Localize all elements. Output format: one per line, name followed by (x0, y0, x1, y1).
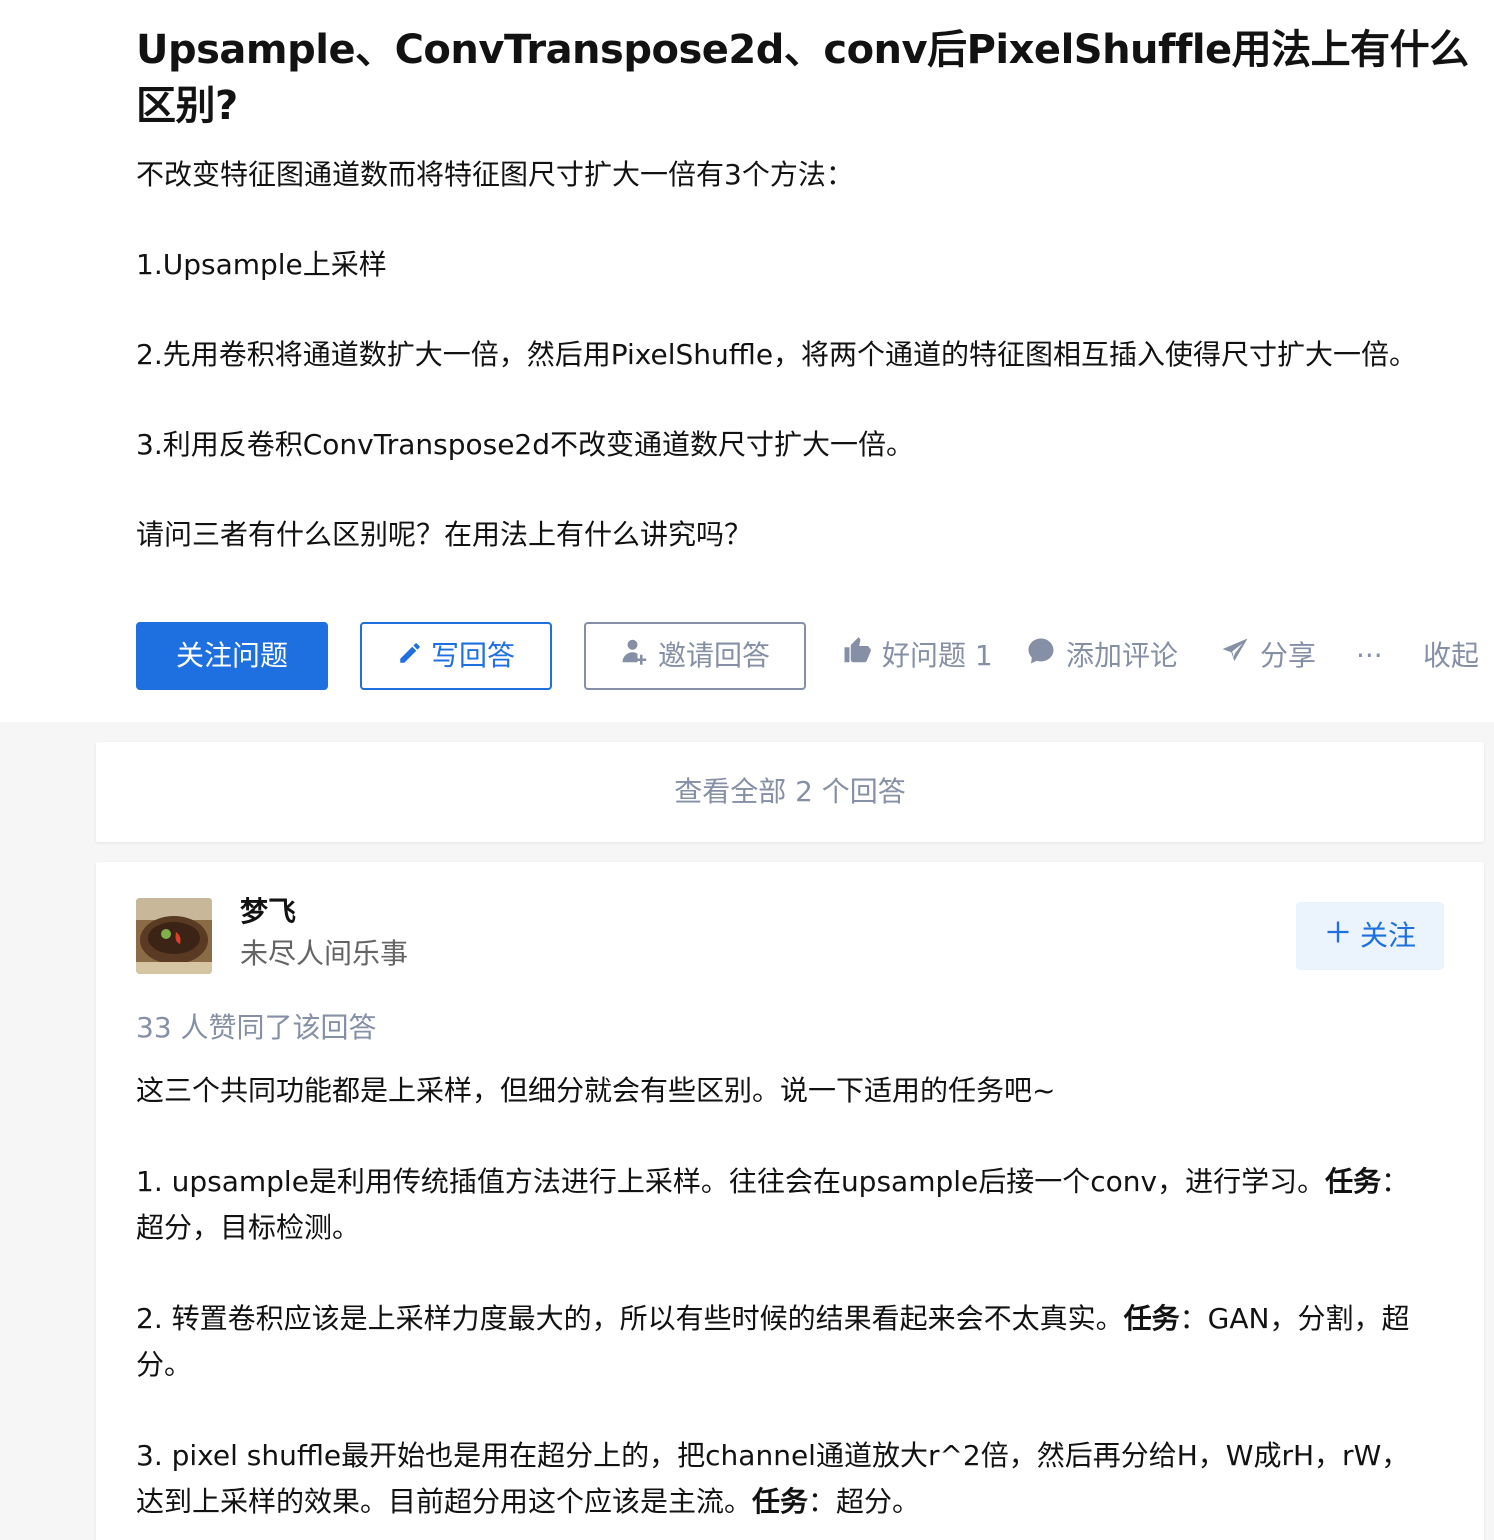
more-button[interactable]: ··· (1356, 622, 1383, 690)
follow-question-button[interactable]: 关注问题 (136, 622, 328, 690)
answer-item-task-label: 任务 (1123, 1302, 1180, 1335)
question-body-line: 1.Upsample上采样 (136, 248, 387, 281)
add-comment-button[interactable]: 添加评论 (1026, 622, 1178, 690)
answer-item-task-text: ：超分。 (808, 1485, 921, 1518)
question-body: 不改变特征图通道数而将特征图尺寸扩大一倍有3个方法： 1.Upsample上采样… (136, 152, 1446, 557)
question-actions: 关注问题 写回答 邀请回答 好问题 1 添加评论 分享 ··· 收起 (136, 622, 1486, 690)
add-comment-label: 添加评论 (1066, 639, 1179, 672)
share-plane-icon (1220, 623, 1250, 691)
answer-intro: 这三个共同功能都是上采样，但细分就会有些区别。说一下适用的任务吧~ (136, 1074, 1056, 1107)
answer-item-task-label: 任务 (752, 1485, 809, 1518)
write-answer-button[interactable]: 写回答 (360, 622, 552, 690)
collapse-button[interactable]: 收起 (1423, 622, 1479, 690)
question-body-line: 请问三者有什么区别呢？在用法上有什么讲究吗？ (136, 518, 753, 551)
avatar[interactable] (136, 898, 212, 974)
thumbs-up-icon (842, 623, 872, 691)
comment-icon (1026, 623, 1056, 691)
answer-item: 3. pixel shuffle最开始也是用在超分上的，把channel通道放大… (136, 1433, 1426, 1525)
plus-icon (1324, 903, 1352, 971)
answer-item: 2. 转置卷积应该是上采样力度最大的，所以有些时候的结果看起来会不太真实。任务：… (136, 1296, 1426, 1388)
upvote-count: 33 人赞同了该回答 (136, 1011, 377, 1044)
question-body-line: 不改变特征图通道数而将特征图尺寸扩大一倍有3个方法： (136, 158, 854, 191)
author-bio: 未尽人间乐事 (240, 937, 409, 970)
good-question-label: 好问题 1 (882, 639, 993, 672)
author-name[interactable]: 梦飞 (240, 892, 296, 932)
collapse-label: 收起 (1423, 639, 1480, 672)
follow-author-button[interactable]: 关注 (1296, 902, 1444, 970)
follow-author-label: 关注 (1359, 919, 1416, 952)
answer-card: 梦飞 未尽人间乐事 关注 33 人赞同了该回答 这三个共同功能都是上采样，但细分… (96, 862, 1484, 1540)
share-label: 分享 (1260, 639, 1317, 672)
answer-body: 这三个共同功能都是上采样，但细分就会有些区别。说一下适用的任务吧~ 1. ups… (136, 1068, 1426, 1525)
view-all-answers-label: 查看全部 2 个回答 (674, 775, 906, 808)
question-body-line: 2.先用卷积将通道数扩大一倍，然后用PixelShuffle，将两个通道的特征图… (136, 338, 1418, 371)
question-title: Upsample、ConvTranspose2d、conv后PixelShuff… (136, 27, 1469, 129)
invite-user-icon (620, 625, 650, 689)
follow-question-label: 关注问题 (175, 639, 288, 672)
question-card: Upsample、ConvTranspose2d、conv后PixelShuff… (0, 0, 1494, 722)
share-button[interactable]: 分享 (1220, 622, 1316, 690)
write-answer-label: 写回答 (430, 639, 515, 672)
answer-item-text: 1. upsample是利用传统插值方法进行上采样。往往会在upsample后接… (136, 1165, 1326, 1198)
answer-item: 1. upsample是利用传统插值方法进行上采样。往往会在upsample后接… (136, 1159, 1426, 1251)
pencil-icon (397, 625, 423, 689)
invite-answer-button[interactable]: 邀请回答 (584, 622, 806, 690)
question-body-line: 3.利用反卷积ConvTranspose2d不改变通道数尺寸扩大一倍。 (136, 428, 915, 461)
answer-item-text: 2. 转置卷积应该是上采样力度最大的，所以有些时候的结果看起来会不太真实。 (136, 1302, 1124, 1335)
view-all-answers-button[interactable]: 查看全部 2 个回答 (96, 742, 1484, 842)
answer-item-task-label: 任务 (1325, 1165, 1382, 1198)
more-label: ··· (1356, 639, 1383, 672)
good-question-button[interactable]: 好问题 1 (842, 622, 993, 690)
invite-answer-label: 邀请回答 (657, 639, 770, 672)
